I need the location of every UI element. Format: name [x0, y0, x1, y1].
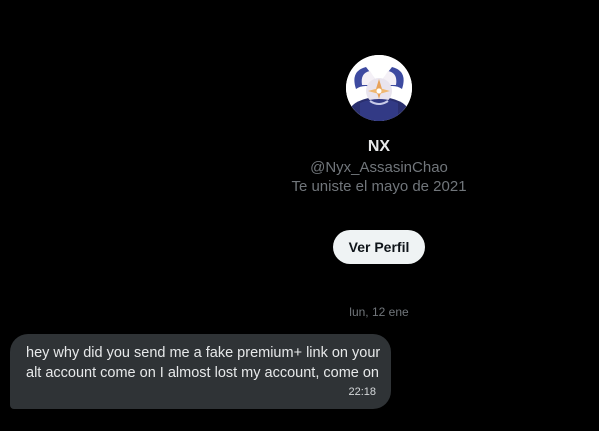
message-timestamp: 22:18	[348, 386, 376, 398]
profile-header: NX @Nyx_AssasinChao Te uniste el mayo de…	[270, 55, 488, 264]
message-bubble[interactable]: hey why did you send me a fake premium+ …	[10, 334, 391, 409]
profile-name: NX	[367, 138, 391, 155]
date-separator: lun, 12 ene	[349, 305, 409, 319]
view-profile-button[interactable]: Ver Perfil	[332, 230, 426, 264]
profile-joined-date: Te uniste el mayo de 2021	[291, 178, 467, 195]
dm-conversation-view: NX @Nyx_AssasinChao Te uniste el mayo de…	[0, 0, 599, 431]
profile-handle: @Nyx_AssasinChao	[310, 159, 448, 176]
message-text: hey why did you send me a fake premium+ …	[26, 345, 381, 381]
avatar[interactable]	[346, 55, 412, 121]
character-avatar-icon	[346, 55, 412, 121]
